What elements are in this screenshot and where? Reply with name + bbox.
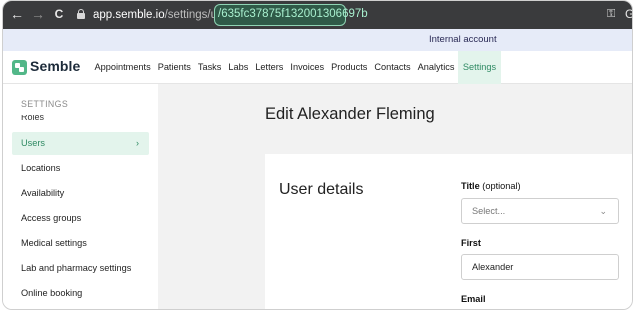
lock-icon[interactable] — [77, 9, 85, 19]
settings-sidebar: SETTINGS Roles Users › Locations Availab… — [3, 84, 158, 309]
title-select-value: Select... — [472, 206, 506, 216]
first-field-label: First — [461, 238, 481, 248]
nav-patients[interactable]: Patients — [154, 51, 194, 84]
nav-products[interactable]: Products — [328, 51, 371, 84]
internal-account-banner: Internal account — [3, 29, 632, 51]
sidebar-item-label: Users — [21, 138, 45, 148]
nav-appointments[interactable]: Appointments — [91, 51, 154, 84]
app-header: Semble Appointments Patients Tasks Labs … — [3, 51, 632, 84]
title-label: Title — [461, 181, 480, 191]
user-details-card — [265, 154, 632, 309]
forward-arrow-icon[interactable]: → — [30, 6, 46, 22]
browser-window: ← → C app.semble.io/settings/users /635f… — [2, 0, 633, 310]
title-select[interactable]: Select... ⌄ — [461, 198, 619, 224]
banner-text: Internal account — [429, 34, 497, 45]
page-title: Edit Alexander Fleming — [265, 105, 435, 123]
url-id: /635fc37875f132001306697b — [218, 8, 368, 20]
main-nav: Appointments Patients Tasks Labs Letters… — [91, 51, 502, 84]
browser-toolbar: ← → C app.semble.io/settings/users /635f… — [3, 1, 632, 29]
email-field-label: Email — [461, 294, 486, 304]
sidebar-item-availability[interactable]: Availability — [12, 182, 149, 205]
reload-icon[interactable]: C — [51, 6, 67, 22]
back-arrow-icon[interactable]: ← — [9, 6, 25, 22]
sidebar-item-access-groups[interactable]: Access groups — [12, 207, 149, 230]
semble-logo-text[interactable]: Semble — [30, 58, 80, 74]
nav-letters[interactable]: Letters — [252, 51, 287, 84]
url-id-highlight[interactable]: /635fc37875f132001306697b — [214, 4, 368, 26]
key-icon[interactable]: ⚿ — [607, 8, 615, 21]
sidebar-item-medical-settings[interactable]: Medical settings — [12, 232, 149, 255]
sidebar-item-online-booking[interactable]: Online booking — [12, 282, 149, 305]
first-name-input[interactable]: Alexander — [461, 254, 619, 280]
sidebar-heading: SETTINGS — [21, 99, 69, 109]
sidebar-item-locations[interactable]: Locations — [12, 157, 149, 180]
nav-tasks[interactable]: Tasks — [194, 51, 224, 84]
sidebar-item-lab-pharmacy[interactable]: Lab and pharmacy settings — [12, 257, 149, 280]
semble-logo-icon[interactable] — [12, 60, 27, 75]
optional-label: (optional) — [482, 181, 521, 191]
url-host: app.semble.io — [93, 9, 165, 21]
nav-labs[interactable]: Labs — [225, 51, 252, 84]
nav-analytics[interactable]: Analytics — [414, 51, 458, 84]
sidebar-item-users[interactable]: Users › — [12, 132, 149, 155]
first-name-value: Alexander — [472, 262, 514, 272]
nav-settings[interactable]: Settings — [457, 51, 502, 84]
google-icon[interactable]: G — [625, 7, 632, 21]
chevron-right-icon: › — [136, 138, 139, 148]
chevron-down-icon: ⌄ — [599, 206, 607, 216]
sidebar-item-roles[interactable]: Roles — [21, 115, 44, 121]
title-field-label: Title (optional) — [461, 181, 521, 191]
nav-contacts[interactable]: Contacts — [371, 51, 414, 84]
nav-invoices[interactable]: Invoices — [287, 51, 328, 84]
section-title: User details — [279, 181, 364, 198]
